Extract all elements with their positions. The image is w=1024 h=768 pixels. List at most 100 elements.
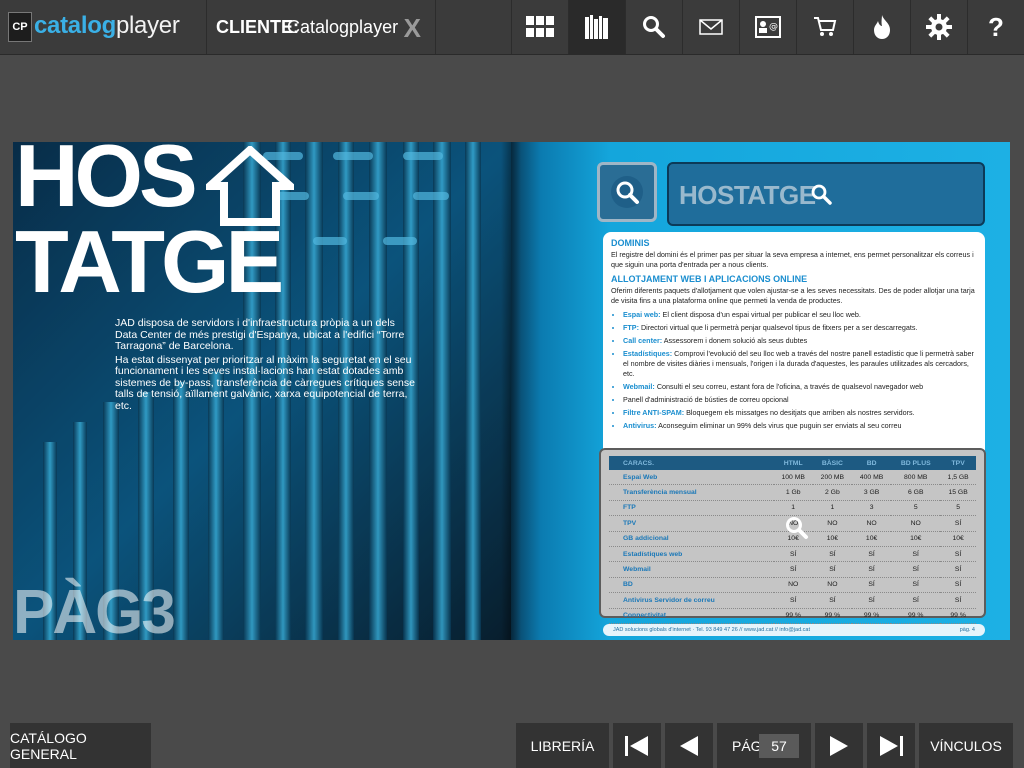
table-cell: 1 Gb [773,484,813,501]
section-title-dominis: DOMINIS [611,238,650,248]
table-cell: 100 MB [773,470,813,486]
client-name: Catalogplayer [287,17,399,37]
table-header: BÀSIC [812,456,852,470]
intro-paragraph-1: JAD disposa de servidors i d'infraestruc… [115,317,405,352]
book-spine [501,142,521,640]
table-cell: Estadístiques web [609,546,774,563]
links-button[interactable]: VÍNCULOS [919,723,1013,768]
previous-page-icon [680,735,698,756]
grid-view-button[interactable] [511,0,568,54]
first-page-button[interactable] [613,723,661,768]
table-cell: SÍ [940,592,976,609]
last-page-button[interactable] [867,723,915,768]
table-cell: 3 [852,500,892,517]
section-header-title: HOSTATGE [679,180,816,210]
header-search-icon[interactable] [811,184,833,206]
library-button[interactable] [568,0,625,54]
catalog-general-button[interactable]: CATÁLOGO GENERAL [10,723,151,768]
table-cell: SÍ [852,592,892,609]
table-cell: SÍ [891,592,941,609]
library-nav-button[interactable]: LIBRERÍA [516,723,609,768]
table-cell: SÍ [773,561,813,578]
settings-button[interactable] [910,0,967,54]
search-button[interactable] [625,0,682,54]
previous-page-button[interactable] [665,723,713,768]
table-cell: NO [891,515,941,532]
list-item: Call center: Assessorem i donem solució … [623,336,977,346]
table-cell: Connectivitat [609,608,774,624]
top-bar: CP catalogplayer CLIENTE: Catalogplayer … [0,0,1024,55]
help-button[interactable]: ? [967,0,1024,54]
hot-button[interactable] [853,0,910,54]
section-text-allotjament: Oferim diferents paquets d'allotjament q… [611,286,975,305]
books-icon [585,15,608,39]
next-page-button[interactable] [815,723,863,768]
app-logo[interactable]: CP catalogplayer [0,0,207,54]
right-page[interactable]: HOSTATGE DOMINIS El registre del domini … [511,142,1010,640]
section-header-box: HOSTATGE [667,162,985,226]
intro-text: JAD disposa de servidors i d'infraestruc… [115,317,415,414]
list-item: Estadístiques: Comprovi l'evolució del s… [623,349,977,379]
list-item: Antivirus: Aconseguim eliminar un 99% de… [623,421,977,431]
table-header: BD [852,456,892,470]
table-cell: 800 MB [891,470,941,486]
last-page-icon [880,735,903,756]
first-page-icon [625,735,648,756]
table-cell: Transferència mensual [609,484,774,501]
table-cell: GB addicional [609,531,774,547]
table-cell: 10€ [891,531,941,547]
table-header-row: CARACS. HTML BÀSIC BD BD PLUS TPV [609,456,976,470]
table-cell: 1,5 GB [940,470,976,486]
page-footer: JAD solucions globals d'internet · Tel. … [603,624,985,636]
table-cell: 1 [773,500,813,517]
contact-button[interactable]: @ [739,0,796,54]
table-cell: SÍ [852,561,892,578]
page-number-label: PÀG3 [13,578,176,641]
table-cell: 10€ [812,531,852,547]
table-cell: Espai Web [609,470,774,486]
email-button[interactable] [682,0,739,54]
table-cell: SÍ [852,546,892,563]
features-list: Espai web: El client disposa d'un espai … [611,310,977,431]
table-row: Espai Web 100 MB 200 MB 400 MB 800 MB 1,5 GB [609,470,976,486]
close-client-button[interactable]: X [404,13,421,44]
table-cell: 1 [812,500,852,517]
table-cell: SÍ [891,561,941,578]
table-cell: Webmail [609,561,774,578]
table-cell: NO [852,515,892,532]
table-header: TPV [940,456,976,470]
table-cell: SÍ [891,577,941,594]
list-item: FTP: Directori virtual que li permetrà p… [623,323,977,333]
table-cell: SÍ [773,546,813,563]
question-icon: ? [988,11,1004,42]
table-cell: 3 GB [852,484,892,501]
table-cell: 99 % [812,608,852,624]
table-cell: 200 MB [812,470,852,486]
table-cell: SÍ [891,546,941,563]
table-cell: 10€ [940,531,976,547]
zoom-magnifier-icon[interactable] [785,516,809,540]
catalog-book-spread[interactable]: HOS TATGE JAD disposa de servidors i d'i… [13,142,1010,640]
info-text-box: DOMINIS El registre del domini és el pri… [603,232,985,472]
table-row: FTP 1 1 3 5 5 [609,500,976,517]
table-row: Estadístiques web SÍ SÍ SÍ SÍ SÍ [609,546,976,563]
section-title-allotjament: ALLOTJAMENT WEB I APLICACIONS ONLINE [611,274,808,284]
svg-text:@: @ [769,22,778,32]
logo-badge: CP [8,12,32,42]
table-row: Webmail SÍ SÍ SÍ SÍ SÍ [609,561,976,578]
table-cell: NO [812,515,852,532]
contact-card-icon: @ [755,16,781,38]
table-row: Antivirus Servidor de correu SÍ SÍ SÍ SÍ SÍ [609,592,976,609]
next-page-icon [830,735,848,756]
page-number-input[interactable]: 57 [759,734,799,758]
table-row: Connectivitat 99 % 99 % 99 % 99 % 99 % [609,608,976,624]
client-panel: CLIENTE: Catalogplayer X [207,0,436,54]
table-cell: 2 Gb [812,484,852,501]
section-text-dominis: El registre del domini és el primer pas … [611,250,974,269]
list-item: Panell d'administració de bústies de cor… [623,395,977,405]
table-cell: SÍ [812,546,852,563]
cart-button[interactable] [796,0,853,54]
left-page[interactable]: HOS TATGE JAD disposa de servidors i d'i… [13,142,511,640]
table-cell: 5 [940,500,976,517]
page-title-line1: HOS [15,142,198,225]
